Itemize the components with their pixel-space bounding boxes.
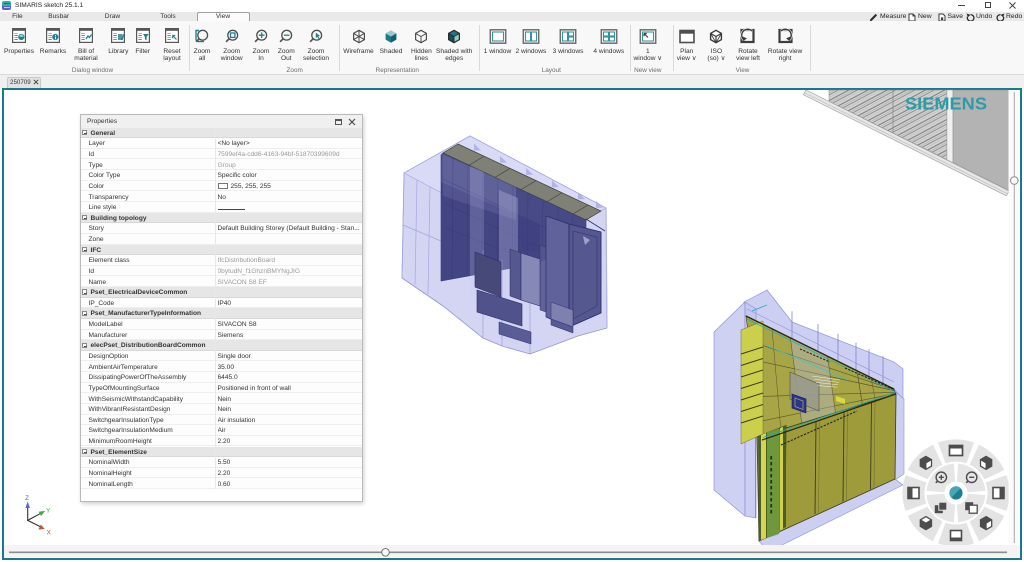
svg-text:Y: Y [46, 508, 51, 515]
svg-text:SIEMENS: SIEMENS [905, 94, 987, 114]
svg-text:X: X [47, 530, 52, 537]
svg-text:Z: Z [25, 495, 29, 502]
